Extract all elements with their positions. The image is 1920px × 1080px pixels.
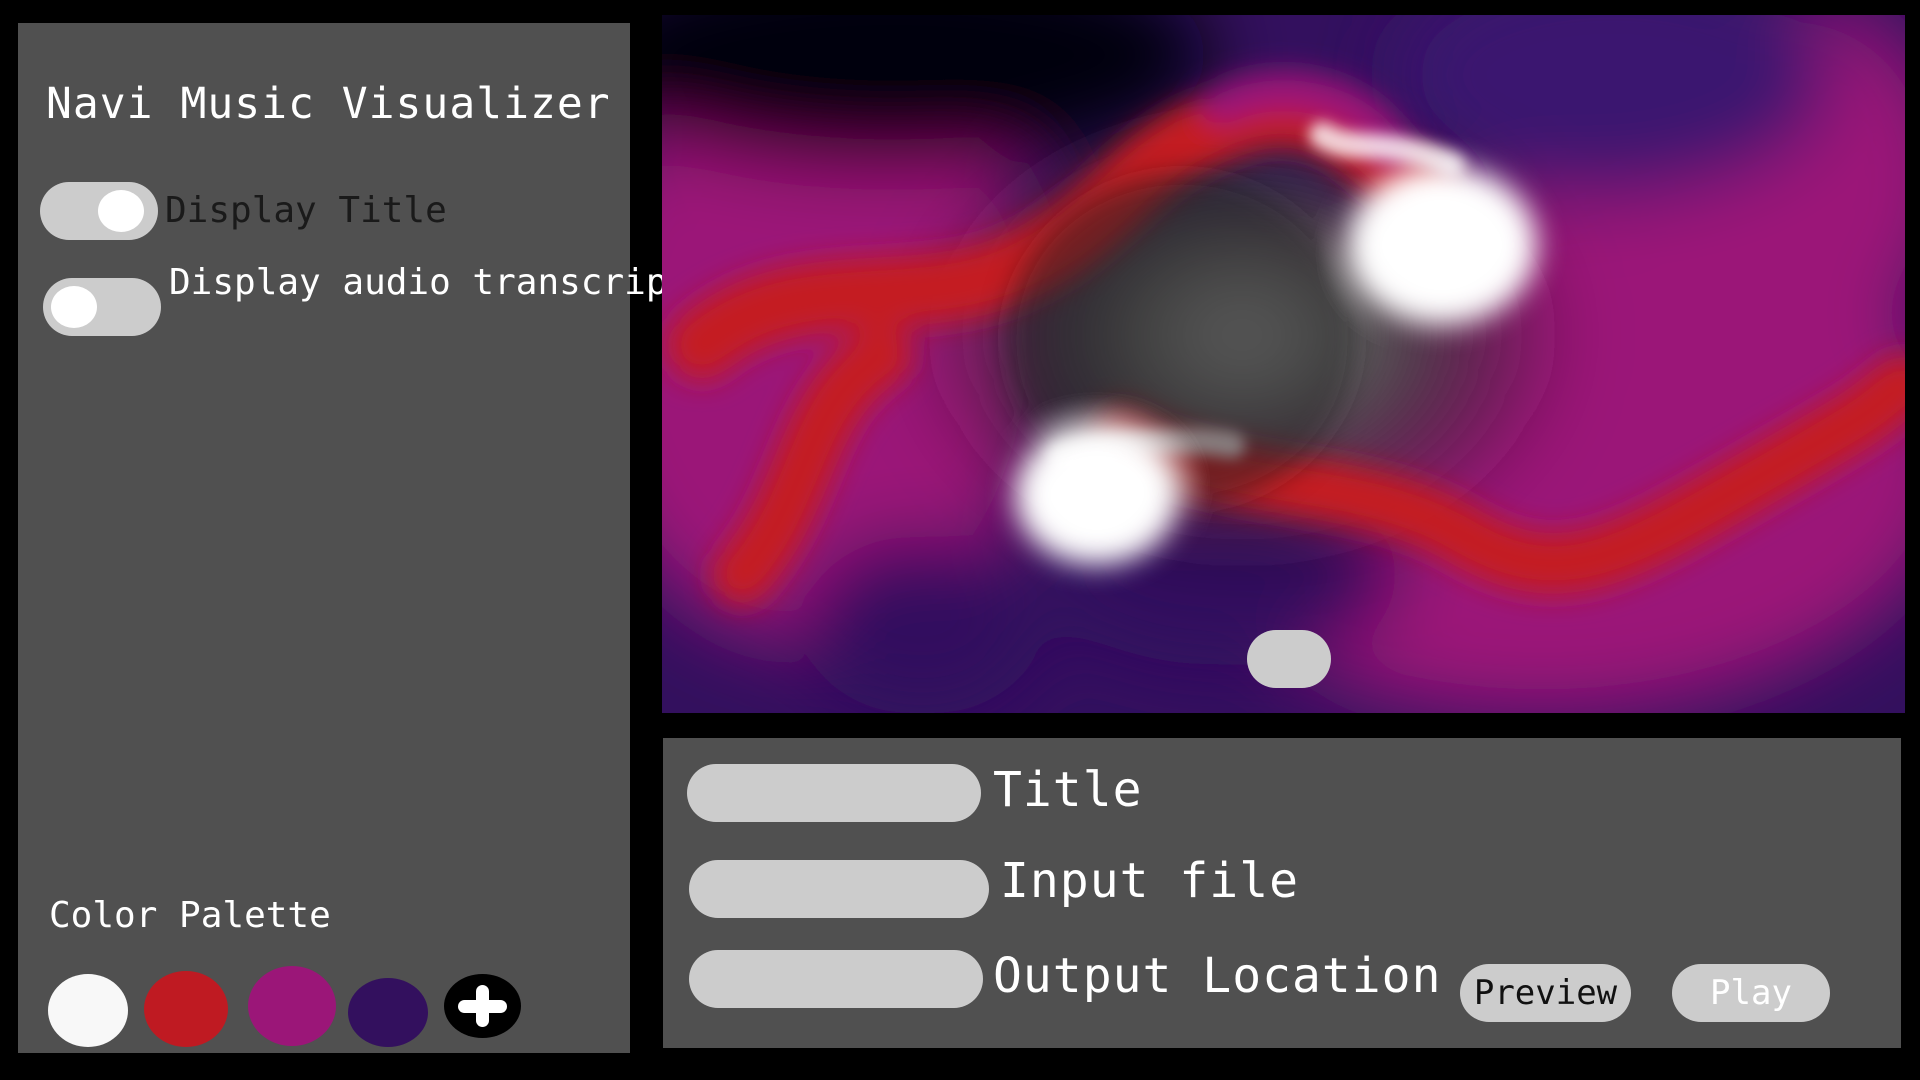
title-input[interactable] (687, 764, 981, 822)
input-file-label: Input file (1000, 853, 1299, 909)
title-field-label: Title (993, 762, 1143, 818)
display-title-toggle[interactable] (40, 182, 158, 240)
color-swatch-purple[interactable] (348, 978, 428, 1047)
output-location-label: Output Location (993, 948, 1442, 1004)
input-file-field[interactable] (689, 860, 989, 918)
visualizer-preview (662, 15, 1905, 713)
color-swatch-white[interactable] (48, 974, 128, 1047)
toggle-knob (51, 286, 97, 328)
export-settings-panel: Title Input file Output Location Preview… (663, 738, 1901, 1048)
display-transcription-label: Display audio transcription (169, 262, 755, 303)
output-location-field[interactable] (689, 950, 983, 1008)
app-title: Navi Music Visualizer (46, 79, 611, 129)
display-transcription-toggle[interactable] (43, 278, 161, 336)
color-swatch-red[interactable] (144, 971, 228, 1047)
playback-handle[interactable] (1247, 630, 1331, 688)
add-color-button[interactable] (444, 974, 521, 1038)
settings-sidebar: Navi Music Visualizer Display Title Disp… (18, 23, 755, 1053)
color-swatch-magenta[interactable] (248, 966, 336, 1046)
preview-button[interactable]: Preview (1460, 964, 1631, 1022)
play-button[interactable]: Play (1672, 964, 1830, 1022)
plus-icon (458, 985, 507, 1027)
visualizer-canvas (662, 15, 1905, 713)
color-palette-label: Color Palette (49, 895, 331, 936)
toggle-knob (98, 190, 144, 232)
display-title-label: Display Title (165, 190, 447, 231)
